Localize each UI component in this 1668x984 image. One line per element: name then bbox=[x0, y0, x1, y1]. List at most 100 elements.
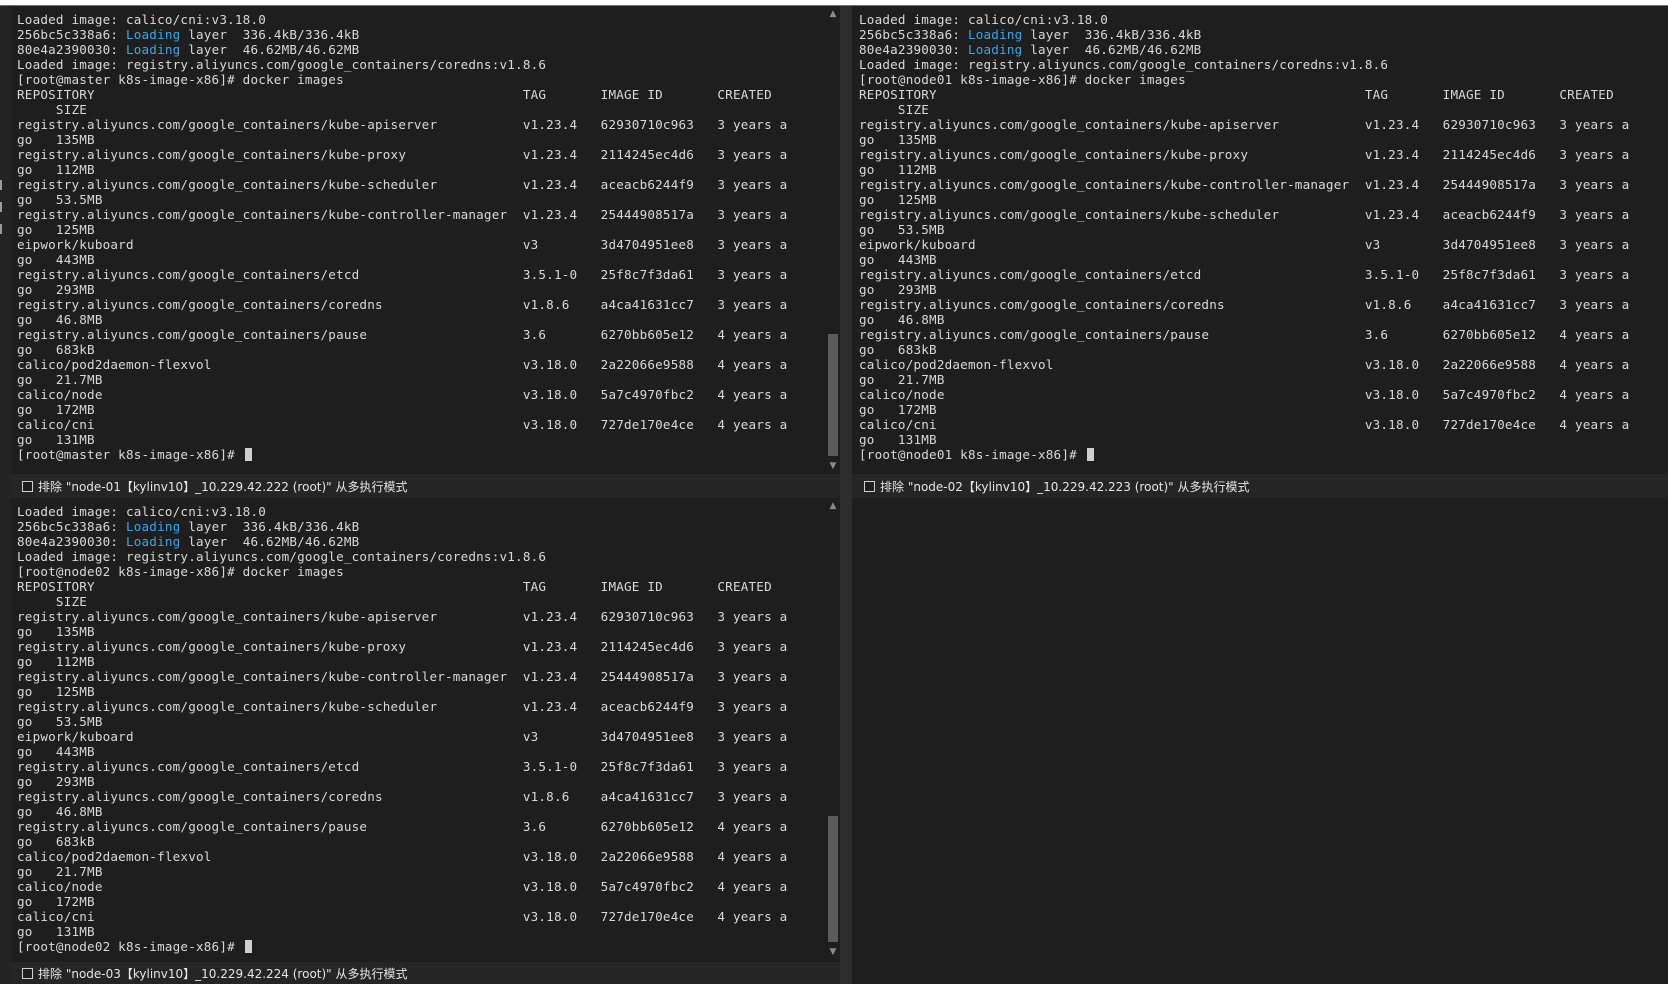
terminal-text: calico/node v3.18.0 5a7c4970fbc2 4 years… bbox=[17, 879, 788, 894]
terminal-line: REPOSITORY TAG IMAGE ID CREATED bbox=[17, 87, 772, 102]
terminal-text: [root@master k8s-image-x86]# bbox=[17, 447, 243, 462]
terminal-line: go 293MB bbox=[859, 282, 937, 297]
exclude-checkbox[interactable] bbox=[22, 480, 33, 492]
terminal-line: registry.aliyuncs.com/google_containers/… bbox=[859, 117, 1629, 132]
terminal-text: calico/node v3.18.0 5a7c4970fbc2 4 years… bbox=[17, 387, 788, 402]
scroll-down-icon[interactable]: ▼ bbox=[826, 460, 840, 472]
terminal-text: registry.aliyuncs.com/google_containers/… bbox=[17, 639, 788, 654]
terminal-text: [root@node01 k8s-image-x86]# bbox=[859, 447, 1085, 462]
terminal-line: 80e4a2390030: Loading layer 46.62MB/46.6… bbox=[859, 42, 1201, 57]
terminal-text: calico/cni v3.18.0 727de170e4ce 4 years … bbox=[859, 417, 1630, 432]
scroll-up-icon[interactable]: ▲ bbox=[826, 500, 840, 512]
terminal-line: go 21.7MB bbox=[17, 864, 103, 879]
terminal-text: registry.aliyuncs.com/google_containers/… bbox=[859, 327, 1630, 342]
terminal-text: go 125MB bbox=[17, 222, 95, 237]
terminal-line: registry.aliyuncs.com/google_containers/… bbox=[17, 669, 787, 684]
terminal-text: 256bc5c338a6: bbox=[17, 27, 126, 42]
terminal-line: [root@node02 k8s-image-x86]# docker imag… bbox=[17, 564, 344, 579]
terminal-line: SIZE bbox=[17, 102, 87, 117]
terminal-text: SIZE bbox=[859, 102, 930, 117]
terminal-text: calico/cni v3.18.0 727de170e4ce 4 years … bbox=[17, 909, 788, 924]
terminal-text: go 683kB bbox=[17, 342, 95, 357]
scrollbar-thumb[interactable] bbox=[828, 816, 838, 942]
terminal-line: calico/cni v3.18.0 727de170e4ce 4 years … bbox=[17, 909, 787, 924]
exclude-label: 排除 "node-01【kylinv10】_10.229.42.222 (roo… bbox=[38, 479, 408, 494]
terminal-text: go 53.5MB bbox=[859, 222, 945, 237]
terminal-text: registry.aliyuncs.com/google_containers/… bbox=[17, 207, 788, 222]
terminal-text: registry.aliyuncs.com/google_containers/… bbox=[859, 177, 1630, 192]
terminal-text: 80e4a2390030: bbox=[17, 42, 126, 57]
terminal-line: 256bc5c338a6: Loading layer 336.4kB/336.… bbox=[17, 27, 359, 42]
terminal-line: registry.aliyuncs.com/google_containers/… bbox=[17, 639, 787, 654]
terminal-text: Loaded image: registry.aliyuncs.com/goog… bbox=[859, 57, 1389, 72]
terminal-line: registry.aliyuncs.com/google_containers/… bbox=[859, 207, 1629, 222]
exclude-checkbox[interactable] bbox=[22, 967, 33, 979]
terminal-line: SIZE bbox=[859, 102, 929, 117]
pane-divider-vertical[interactable] bbox=[840, 6, 852, 984]
terminal-text: layer 46.62MB/46.62MB bbox=[1022, 42, 1202, 57]
terminal-pane-node02[interactable]: Loaded image: calico/cni:v3.18.0 256bc5c3… bbox=[10, 498, 840, 960]
terminal-text: go 46.8MB bbox=[17, 804, 103, 819]
terminal-line: [root@master k8s-image-x86]# docker imag… bbox=[17, 72, 344, 87]
terminal-line: [root@node02 k8s-image-x86]# bbox=[17, 939, 252, 954]
terminal-line: eipwork/kuboard v3 3d4704951ee8 3 years … bbox=[17, 237, 787, 252]
terminal-line: [root@node01 k8s-image-x86]# docker imag… bbox=[859, 72, 1186, 87]
terminal-text: registry.aliyuncs.com/google_containers/… bbox=[17, 759, 788, 774]
terminal-line: registry.aliyuncs.com/google_containers/… bbox=[17, 789, 787, 804]
terminal-line: calico/cni v3.18.0 727de170e4ce 4 years … bbox=[17, 417, 787, 432]
terminal-output[interactable]: Loaded image: calico/cni:v3.18.0 256bc5c3… bbox=[10, 6, 840, 473]
terminal-text: calico/node v3.18.0 5a7c4970fbc2 4 years… bbox=[859, 387, 1630, 402]
terminal-text: [root@node02 k8s-image-x86]# bbox=[17, 939, 243, 954]
empty-pane-area bbox=[852, 498, 1668, 984]
scrollbar[interactable]: ▲ ▼ bbox=[826, 6, 840, 473]
terminal-text: layer 336.4kB/336.4kB bbox=[180, 519, 360, 534]
loading-keyword: Loading bbox=[125, 42, 181, 57]
terminal-text: Loaded image: registry.aliyuncs.com/goog… bbox=[17, 549, 547, 564]
terminal-line: eipwork/kuboard v3 3d4704951ee8 3 years … bbox=[17, 729, 787, 744]
terminal-text: go 46.8MB bbox=[859, 312, 945, 327]
terminal-line: go 46.8MB bbox=[17, 804, 103, 819]
terminal-line: calico/cni v3.18.0 727de170e4ce 4 years … bbox=[859, 417, 1629, 432]
terminal-text: eipwork/kuboard v3 3d4704951ee8 3 years … bbox=[17, 237, 788, 252]
terminal-line: REPOSITORY TAG IMAGE ID CREATED bbox=[859, 87, 1614, 102]
exclude-checkbox[interactable] bbox=[864, 480, 875, 492]
terminal-text: go 112MB bbox=[17, 162, 95, 177]
terminal-line: Loaded image: registry.aliyuncs.com/goog… bbox=[859, 57, 1388, 72]
multi-exec-status-bar: 排除 "node-03【kylinv10】_10.229.42.224 (roo… bbox=[10, 962, 840, 984]
terminal-line: registry.aliyuncs.com/google_containers/… bbox=[859, 327, 1629, 342]
loading-keyword: Loading bbox=[967, 27, 1023, 42]
terminal-line: go 172MB bbox=[17, 402, 95, 417]
terminal-line: go 46.8MB bbox=[859, 312, 945, 327]
terminal-text: go 293MB bbox=[17, 282, 95, 297]
scroll-up-icon[interactable]: ▲ bbox=[826, 8, 840, 20]
terminal-text: eipwork/kuboard v3 3d4704951ee8 3 years … bbox=[17, 729, 788, 744]
terminal-text: registry.aliyuncs.com/google_containers/… bbox=[859, 207, 1630, 222]
terminal-text: registry.aliyuncs.com/google_containers/… bbox=[859, 117, 1630, 132]
terminal-text: calico/cni v3.18.0 727de170e4ce 4 years … bbox=[17, 417, 788, 432]
terminal-text: registry.aliyuncs.com/google_containers/… bbox=[17, 117, 788, 132]
terminal-pane-node01[interactable]: Loaded image: calico/cni:v3.18.0 256bc5c3… bbox=[852, 6, 1668, 473]
cursor-block bbox=[1086, 448, 1094, 461]
terminal-line: 256bc5c338a6: Loading layer 336.4kB/336.… bbox=[17, 519, 359, 534]
loading-keyword: Loading bbox=[125, 27, 181, 42]
scrollbar[interactable]: ▲ ▼ bbox=[826, 498, 840, 960]
terminal-output[interactable]: Loaded image: calico/cni:v3.18.0 256bc5c3… bbox=[852, 6, 1668, 473]
terminal-text: go 443MB bbox=[17, 252, 95, 267]
terminal-line: go 443MB bbox=[17, 252, 95, 267]
terminal-text: go 131MB bbox=[17, 432, 95, 447]
terminal-line: go 293MB bbox=[17, 282, 95, 297]
terminal-line: 256bc5c338a6: Loading layer 336.4kB/336.… bbox=[859, 27, 1201, 42]
terminal-line: go 53.5MB bbox=[17, 714, 103, 729]
terminal-text: layer 46.62MB/46.62MB bbox=[180, 42, 360, 57]
terminal-text: go 21.7MB bbox=[17, 372, 103, 387]
terminal-text: go 135MB bbox=[17, 132, 95, 147]
terminal-output[interactable]: Loaded image: calico/cni:v3.18.0 256bc5c3… bbox=[10, 498, 840, 960]
scroll-down-icon[interactable]: ▼ bbox=[826, 946, 840, 958]
terminal-line: eipwork/kuboard v3 3d4704951ee8 3 years … bbox=[859, 237, 1629, 252]
scrollbar-thumb[interactable] bbox=[828, 334, 838, 456]
terminal-line: go 683kB bbox=[17, 834, 95, 849]
terminal-line: 80e4a2390030: Loading layer 46.62MB/46.6… bbox=[17, 534, 359, 549]
terminal-line: go 53.5MB bbox=[17, 192, 103, 207]
terminal-line: go 443MB bbox=[859, 252, 937, 267]
terminal-pane-master[interactable]: Loaded image: calico/cni:v3.18.0 256bc5c3… bbox=[10, 6, 840, 473]
